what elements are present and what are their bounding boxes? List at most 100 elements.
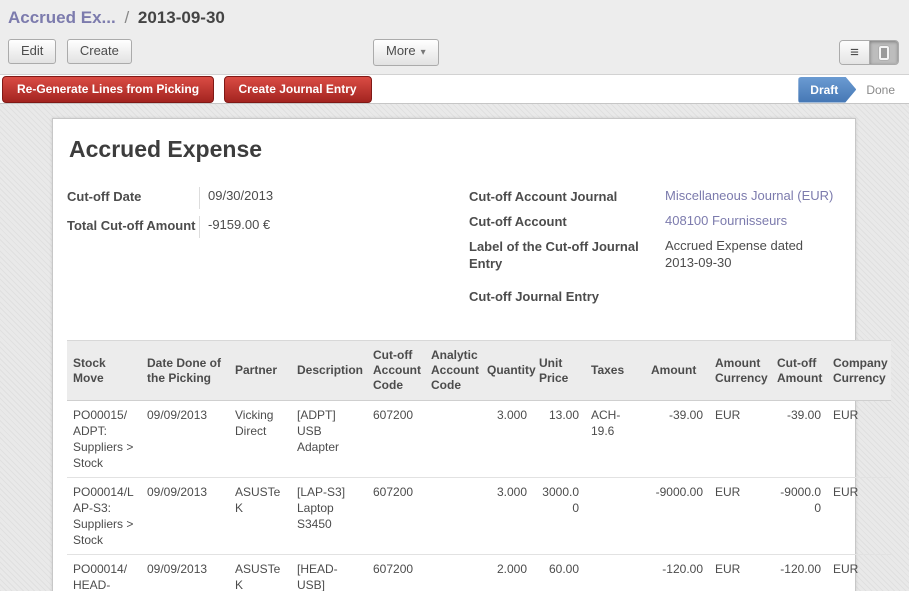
field-cutoff-date: Cut-off Date 09/30/2013 <box>67 187 469 209</box>
field-total-cutoff-amount: Total Cut-off Amount -9159.00 € <box>67 216 469 238</box>
cell-analytic-code[interactable] <box>425 401 481 478</box>
breadcrumb-parent-link[interactable]: Accrued Ex... <box>8 8 116 27</box>
more-dropdown-button[interactable]: More ▾ <box>373 39 439 66</box>
top-header-band: Accrued Ex... / 2013-09-30 Edit Create M… <box>0 0 909 74</box>
cell-quantity[interactable]: 3.000 <box>481 478 533 555</box>
cell-cutoff-amount[interactable]: -9000.00 <box>771 478 827 555</box>
view-switcher: ≡ <box>839 40 899 65</box>
field-label: Cut-off Account <box>469 212 665 230</box>
action-strip: Re-Generate Lines from Picking Create Jo… <box>0 74 909 104</box>
cell-unit-price[interactable]: 13.00 <box>533 401 585 478</box>
table-row[interactable]: PO00015/ADPT: Suppliers > Stock 09/09/20… <box>67 401 891 478</box>
field-label: Cut-off Account Journal <box>469 187 665 205</box>
field-cutoff-journal-entry: Cut-off Journal Entry <box>469 287 855 305</box>
table-header-row: Stock Move Date Done of the Picking Part… <box>67 341 891 401</box>
cell-stock-move[interactable]: PO00014/HEAD-USB: Suppliers > Stock <box>67 555 141 591</box>
cell-company-currency[interactable]: EUR <box>827 478 891 555</box>
cell-date-done[interactable]: 09/09/2013 <box>141 555 229 591</box>
cutoff-lines-table-wrap: Stock Move Date Done of the Picking Part… <box>67 340 855 591</box>
col-header-description[interactable]: Description <box>291 341 367 401</box>
col-header-stock-move[interactable]: Stock Move <box>67 341 141 401</box>
cell-amount-currency[interactable]: EUR <box>709 555 771 591</box>
field-label: Label of the Cut-off Journal Entry <box>469 237 665 272</box>
status-draft[interactable]: Draft <box>798 77 856 103</box>
cell-amount[interactable]: -9000.00 <box>645 478 709 555</box>
cell-analytic-code[interactable] <box>425 555 481 591</box>
statusbar: Draft Done <box>798 75 895 104</box>
field-groups: Cut-off Date 09/30/2013 Total Cut-off Am… <box>67 187 855 312</box>
cell-partner[interactable]: Vicking Direct <box>229 401 291 478</box>
form-view-button[interactable] <box>869 41 898 64</box>
cell-stock-move[interactable]: PO00015/ADPT: Suppliers > Stock <box>67 401 141 478</box>
cell-cutoff-amount[interactable]: -120.00 <box>771 555 827 591</box>
cell-stock-move[interactable]: PO00014/LAP-S3: Suppliers > Stock <box>67 478 141 555</box>
total-cutoff-amount-value: -9159.00 € <box>199 216 469 238</box>
breadcrumb-separator: / <box>120 8 133 27</box>
list-view-button[interactable]: ≡ <box>840 41 869 64</box>
cell-analytic-code[interactable] <box>425 478 481 555</box>
col-header-partner[interactable]: Partner <box>229 341 291 401</box>
cell-unit-price[interactable]: 3000.00 <box>533 478 585 555</box>
col-header-cutoff-amount[interactable]: Cut-off Amount <box>771 341 827 401</box>
regenerate-lines-button[interactable]: Re-Generate Lines from Picking <box>2 76 214 103</box>
table-row[interactable]: PO00014/HEAD-USB: Suppliers > Stock 09/0… <box>67 555 891 591</box>
cell-taxes[interactable] <box>585 555 645 591</box>
cell-date-done[interactable]: 09/09/2013 <box>141 478 229 555</box>
cell-company-currency[interactable]: EUR <box>827 555 891 591</box>
cell-account-code[interactable]: 607200 <box>367 478 425 555</box>
toolbar-left: Edit Create <box>8 39 132 64</box>
form-icon <box>879 46 889 60</box>
cell-cutoff-amount[interactable]: -39.00 <box>771 401 827 478</box>
create-button[interactable]: Create <box>67 39 132 64</box>
cell-description[interactable]: [ADPT] USB Adapter <box>291 401 367 478</box>
col-header-quantity[interactable]: Quantity <box>481 341 533 401</box>
field-journal-entry-label: Label of the Cut-off Journal Entry Accru… <box>469 237 855 272</box>
field-label: Cut-off Journal Entry <box>469 287 665 305</box>
cell-amount[interactable]: -39.00 <box>645 401 709 478</box>
form-sheet: Accrued Expense Cut-off Date 09/30/2013 … <box>52 118 856 591</box>
field-label: Total Cut-off Amount <box>67 216 199 238</box>
cell-taxes[interactable]: ACH-19.6 <box>585 401 645 478</box>
action-buttons: Re-Generate Lines from Picking Create Jo… <box>2 75 372 103</box>
field-group-left: Cut-off Date 09/30/2013 Total Cut-off Am… <box>67 187 469 312</box>
cutoff-account-link[interactable]: 408100 Fournisseurs <box>665 212 835 230</box>
page-title: Accrued Expense <box>67 136 855 163</box>
cutoff-lines-table: Stock Move Date Done of the Picking Part… <box>67 340 891 591</box>
cell-account-code[interactable]: 607200 <box>367 555 425 591</box>
cell-partner[interactable]: ASUSTeK <box>229 478 291 555</box>
cell-partner[interactable]: ASUSTeK <box>229 555 291 591</box>
table-row[interactable]: PO00014/LAP-S3: Suppliers > Stock 09/09/… <box>67 478 891 555</box>
col-header-company-currency[interactable]: Company Currency <box>827 341 891 401</box>
journal-entry-label-value: Accrued Expense dated 2013-09-30 <box>665 237 835 272</box>
col-header-amount-currency[interactable]: Amount Currency <box>709 341 771 401</box>
toolbar: Edit Create More ▾ ≡ <box>0 39 909 65</box>
cell-amount[interactable]: -120.00 <box>645 555 709 591</box>
cell-amount-currency[interactable]: EUR <box>709 401 771 478</box>
cell-date-done[interactable]: 09/09/2013 <box>141 401 229 478</box>
col-header-unit-price[interactable]: Unit Price <box>533 341 585 401</box>
col-header-cutoff-account-code[interactable]: Cut-off Account Code <box>367 341 425 401</box>
cell-quantity[interactable]: 3.000 <box>481 401 533 478</box>
cell-company-currency[interactable]: EUR <box>827 401 891 478</box>
field-cutoff-account-journal: Cut-off Account Journal Miscellaneous Jo… <box>469 187 855 205</box>
col-header-taxes[interactable]: Taxes <box>585 341 645 401</box>
cell-quantity[interactable]: 2.000 <box>481 555 533 591</box>
cell-taxes[interactable] <box>585 478 645 555</box>
create-journal-entry-button[interactable]: Create Journal Entry <box>224 76 372 103</box>
cutoff-journal-entry-value <box>665 287 835 305</box>
field-label: Cut-off Date <box>67 187 199 209</box>
col-header-date-done[interactable]: Date Done of the Picking <box>141 341 229 401</box>
cell-description[interactable]: [HEAD-USB] Headset USB <box>291 555 367 591</box>
chevron-down-icon: ▾ <box>421 47 426 58</box>
col-header-analytic-account-code[interactable]: Analytic Account Code <box>425 341 481 401</box>
cell-amount-currency[interactable]: EUR <box>709 478 771 555</box>
col-header-amount[interactable]: Amount <box>645 341 709 401</box>
cell-description[interactable]: [LAP-S3] Laptop S3450 <box>291 478 367 555</box>
toolbar-center: More ▾ <box>373 39 439 66</box>
cutoff-account-journal-link[interactable]: Miscellaneous Journal (EUR) <box>665 187 835 205</box>
more-button-label: More <box>386 43 416 58</box>
cell-account-code[interactable]: 607200 <box>367 401 425 478</box>
cell-unit-price[interactable]: 60.00 <box>533 555 585 591</box>
edit-button[interactable]: Edit <box>8 39 56 64</box>
status-done[interactable]: Done <box>866 83 895 97</box>
